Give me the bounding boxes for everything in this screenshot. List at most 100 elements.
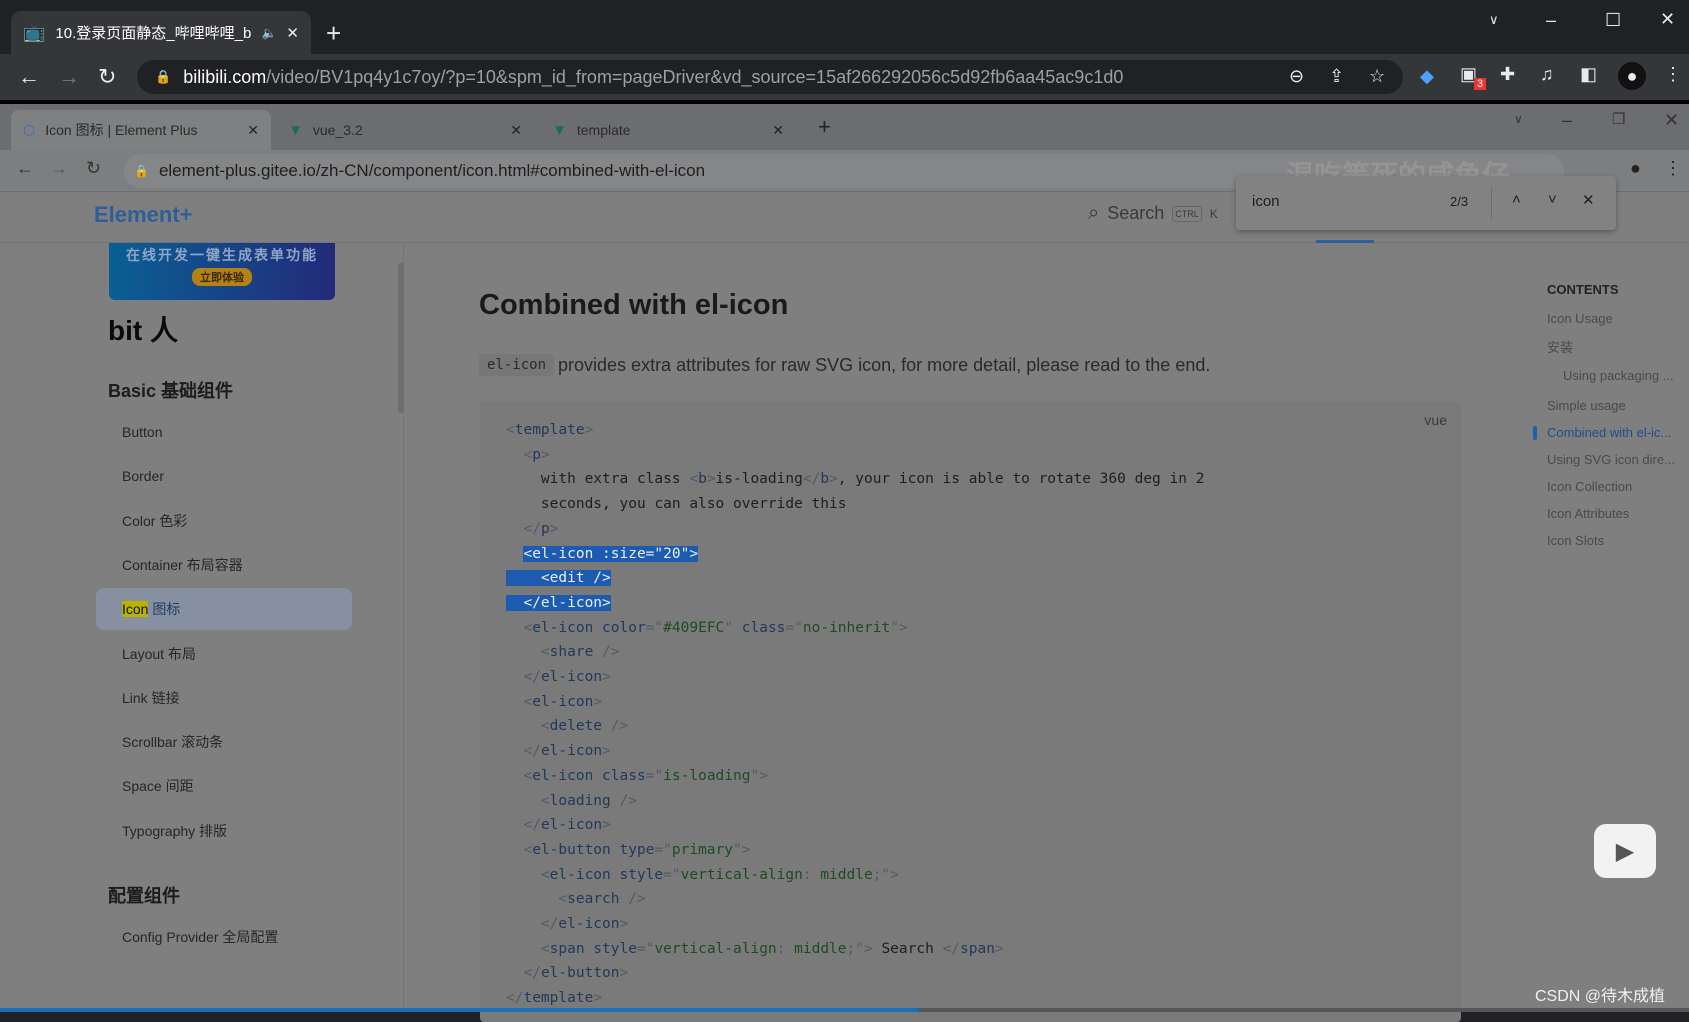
back-icon[interactable]: ← bbox=[16, 158, 34, 179]
inner-tab-template[interactable]: ▼ template ✕ bbox=[540, 110, 796, 150]
inner-tab-element-plus[interactable]: ⬡ Icon 图标 | Element Plus ✕ bbox=[11, 110, 271, 150]
code-line: <loading /> bbox=[506, 789, 637, 813]
forward-icon[interactable]: → bbox=[58, 64, 80, 90]
nav-group-title: 配置组件 bbox=[108, 886, 180, 906]
tab-label: Icon 图标 | Element Plus bbox=[45, 122, 198, 138]
code-token: </ bbox=[523, 965, 541, 982]
code-line: </el-icon> bbox=[506, 591, 611, 615]
code-token: b bbox=[820, 471, 830, 488]
menu-icon[interactable]: ⋮ bbox=[1664, 158, 1682, 179]
sidebar-item[interactable]: Link 链接 bbox=[96, 677, 352, 719]
find-input[interactable]: icon bbox=[1252, 193, 1280, 210]
close-tab-icon[interactable]: ✕ bbox=[772, 122, 784, 139]
minimize-icon[interactable]: – bbox=[1546, 10, 1556, 31]
sidebar-item[interactable]: Config Provider 全局配置 bbox=[96, 916, 352, 958]
code-token: el-button type bbox=[532, 841, 655, 858]
code-token: , your icon is able to rotate 360 deg in… bbox=[837, 471, 1205, 488]
sidebar-item[interactable]: Scrollbar 滚动条 bbox=[96, 721, 352, 763]
toc-item[interactable]: Using packaging ... bbox=[1563, 368, 1674, 383]
new-tab-button[interactable]: + bbox=[818, 114, 831, 140]
toc-item[interactable]: Icon Usage bbox=[1547, 311, 1613, 326]
sidebar-item[interactable]: Border bbox=[96, 455, 352, 497]
close-tab-icon[interactable]: ✕ bbox=[286, 24, 299, 42]
sidebar-item[interactable]: Color 色彩 bbox=[96, 500, 352, 542]
bookmark-star-icon[interactable]: ☆ bbox=[1369, 66, 1385, 87]
share-icon[interactable]: ⇪ bbox=[1329, 66, 1344, 87]
find-close-icon[interactable]: ✕ bbox=[1582, 191, 1595, 209]
text-selection: </el-icon> bbox=[506, 594, 611, 611]
element-logo[interactable]: Element+ bbox=[94, 202, 192, 228]
side-panel-icon[interactable]: ◧ bbox=[1580, 64, 1597, 85]
code-line: <p> bbox=[506, 443, 549, 467]
profile-avatar[interactable]: ● bbox=[1618, 62, 1646, 90]
code-token: seconds, you can also override this bbox=[506, 496, 847, 513]
toc-active-marker bbox=[1533, 426, 1537, 440]
banner-button: 立即体验 bbox=[192, 268, 252, 286]
code-line: </el-icon> bbox=[506, 813, 610, 837]
close-tab-icon[interactable]: ✕ bbox=[510, 122, 522, 139]
outer-toolbar: ← → ↻ 🔒 bilibili.com/video/BV1pq4y1c7oy/… bbox=[0, 54, 1689, 100]
find-prev-icon[interactable]: ˄ bbox=[1512, 191, 1521, 208]
find-next-icon[interactable]: ˅ bbox=[1548, 191, 1557, 208]
inner-tab-vue[interactable]: ▼ vue_3.2 ✕ bbox=[276, 110, 534, 150]
toc-item[interactable]: Using SVG icon dire... bbox=[1547, 452, 1675, 467]
menu-icon[interactable]: ⋮ bbox=[1664, 64, 1682, 85]
toc-item[interactable]: Simple usage bbox=[1547, 398, 1626, 413]
code-token: > bbox=[549, 520, 559, 537]
code-token: loading bbox=[549, 792, 620, 809]
restore-icon[interactable]: ❐ bbox=[1612, 110, 1625, 128]
sidebar-item[interactable]: Layout 布局 bbox=[96, 633, 352, 675]
find-bar: icon 2/3 ˄ ˅ ✕ bbox=[1236, 176, 1616, 230]
tab-search-icon[interactable]: ∨ bbox=[1489, 12, 1499, 28]
reload-icon[interactable]: ↻ bbox=[86, 158, 101, 179]
vue-logo-icon: ▼ bbox=[288, 121, 303, 139]
toc-item[interactable]: Icon Attributes bbox=[1547, 506, 1629, 521]
toc-item[interactable]: Combined with el-ic... bbox=[1547, 425, 1671, 440]
close-tab-icon[interactable]: ✕ bbox=[247, 122, 259, 139]
bilibili-tv-icon: 📺 bbox=[23, 22, 46, 42]
media-icon[interactable]: ♫ bbox=[1540, 64, 1554, 85]
code-token: < bbox=[523, 693, 533, 710]
code-token: > bbox=[829, 471, 838, 488]
code-token: el-icon class bbox=[532, 767, 646, 784]
search-button[interactable]: ⌕ Search CTRL K bbox=[1088, 202, 1218, 225]
toc-item[interactable]: 安装 bbox=[1547, 337, 1573, 356]
sidebar-item[interactable]: Button bbox=[96, 411, 352, 453]
sidebar-item[interactable]: Icon 图标 bbox=[96, 588, 352, 631]
address-bar[interactable]: 🔒 bilibili.com/video/BV1pq4y1c7oy/?p=10&… bbox=[137, 60, 1403, 94]
mute-icon[interactable]: 🔈 bbox=[261, 26, 276, 40]
code-line: <search /> bbox=[506, 887, 645, 911]
minimize-icon[interactable]: – bbox=[1562, 110, 1572, 131]
puzzle-icon[interactable]: ✚ bbox=[1500, 64, 1515, 85]
profile-icon[interactable]: ● bbox=[1630, 158, 1641, 179]
close-window-icon[interactable]: ✕ bbox=[1664, 110, 1679, 131]
code-token: =" bbox=[785, 619, 803, 636]
outer-tab-active[interactable]: 📺 10.登录页面静态_哔哩哔哩_b 🔈 ✕ bbox=[11, 11, 311, 54]
divider bbox=[1491, 186, 1492, 220]
code-token: =" bbox=[645, 619, 664, 636]
forward-icon[interactable]: → bbox=[50, 158, 68, 179]
code-token: <edit /> bbox=[506, 570, 611, 587]
extension-gem-icon[interactable]: ◆ bbox=[1420, 66, 1434, 87]
code-token: < bbox=[540, 792, 550, 809]
sidebar-scrollbar[interactable] bbox=[398, 263, 404, 413]
maximize-icon[interactable]: ☐ bbox=[1605, 10, 1621, 31]
sidebar-item[interactable]: Space 间距 bbox=[96, 765, 352, 807]
new-tab-button[interactable]: + bbox=[326, 18, 341, 49]
toc-item[interactable]: Icon Slots bbox=[1547, 533, 1604, 548]
toc-item[interactable]: Icon Collection bbox=[1547, 479, 1632, 494]
tab-search-icon[interactable]: ∨ bbox=[1514, 112, 1523, 126]
sidebar-item[interactable]: Container 布局容器 bbox=[96, 544, 352, 586]
sidebar-item-label: Container 布局容器 bbox=[122, 556, 243, 573]
back-icon[interactable]: ← bbox=[18, 64, 40, 90]
sidebar-item[interactable]: Typography 排版 bbox=[96, 810, 352, 852]
sponsor-logo[interactable]: bit 人 bbox=[108, 309, 178, 349]
video-progress-bar[interactable] bbox=[0, 1008, 1689, 1012]
bilibili-play-button[interactable]: ▶ bbox=[1594, 824, 1656, 878]
reload-icon[interactable]: ↻ bbox=[98, 64, 116, 90]
close-window-icon[interactable]: ✕ bbox=[1660, 9, 1675, 30]
promo-banner[interactable]: 在线开发一键生成表单功能 立即体验 bbox=[109, 243, 335, 300]
zoom-icon[interactable]: ⊖ bbox=[1289, 66, 1304, 87]
